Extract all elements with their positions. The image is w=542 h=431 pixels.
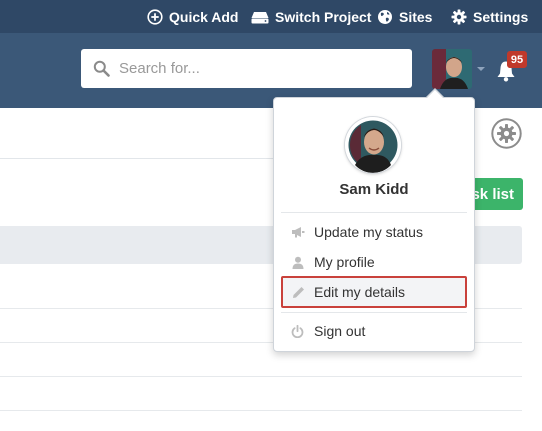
toolbar-divider xyxy=(0,158,290,159)
settings-link[interactable]: Settings xyxy=(451,0,528,33)
menu-divider xyxy=(281,212,467,213)
menu-item-my-profile[interactable]: My profile xyxy=(281,248,467,276)
row-divider xyxy=(0,376,522,377)
menu-item-sign-out[interactable]: Sign out xyxy=(281,317,467,345)
search-icon xyxy=(93,60,110,77)
switch-project-label: Switch Project xyxy=(275,8,372,25)
switch-project-link[interactable]: Switch Project xyxy=(251,0,371,33)
menu-item-label: Update my status xyxy=(314,224,423,240)
plus-circle-icon xyxy=(147,8,163,25)
globe-icon xyxy=(378,9,392,24)
gear-icon xyxy=(451,9,467,24)
profile-name: Sam Kidd xyxy=(339,181,409,198)
user-icon xyxy=(281,256,314,269)
avatar xyxy=(432,49,472,89)
top-utility-bar: Quick Add Switch Project Sites Settings xyxy=(0,0,542,33)
dropdown-pointer-fill xyxy=(427,90,443,98)
page-settings-gear-icon[interactable] xyxy=(491,118,522,149)
profile-avatar xyxy=(345,117,401,173)
sites-label: Sites xyxy=(399,8,433,25)
megaphone-icon xyxy=(281,226,314,238)
quick-add-label: Quick Add xyxy=(169,8,239,25)
menu-item-edit-details[interactable]: Edit my details xyxy=(281,276,467,308)
sites-link[interactable]: Sites xyxy=(377,0,432,33)
menu-item-label: Sign out xyxy=(314,323,366,339)
menu-item-label: My profile xyxy=(314,254,375,270)
quick-add-link[interactable]: Quick Add xyxy=(147,0,239,33)
search-box[interactable] xyxy=(81,49,412,88)
avatar xyxy=(345,117,401,173)
settings-label: Settings xyxy=(473,8,529,25)
menu-item-update-status[interactable]: Update my status xyxy=(281,218,467,246)
power-icon xyxy=(281,324,314,338)
menu-divider xyxy=(281,312,467,313)
search-input[interactable] xyxy=(119,49,399,88)
pencil-icon xyxy=(283,286,314,299)
notification-count-badge: 95 xyxy=(507,51,527,68)
chevron-down-icon xyxy=(477,67,485,71)
row-divider xyxy=(0,410,522,411)
menu-item-label: Edit my details xyxy=(314,284,406,300)
hard-drive-icon xyxy=(251,11,269,23)
user-avatar-button[interactable] xyxy=(432,49,472,89)
